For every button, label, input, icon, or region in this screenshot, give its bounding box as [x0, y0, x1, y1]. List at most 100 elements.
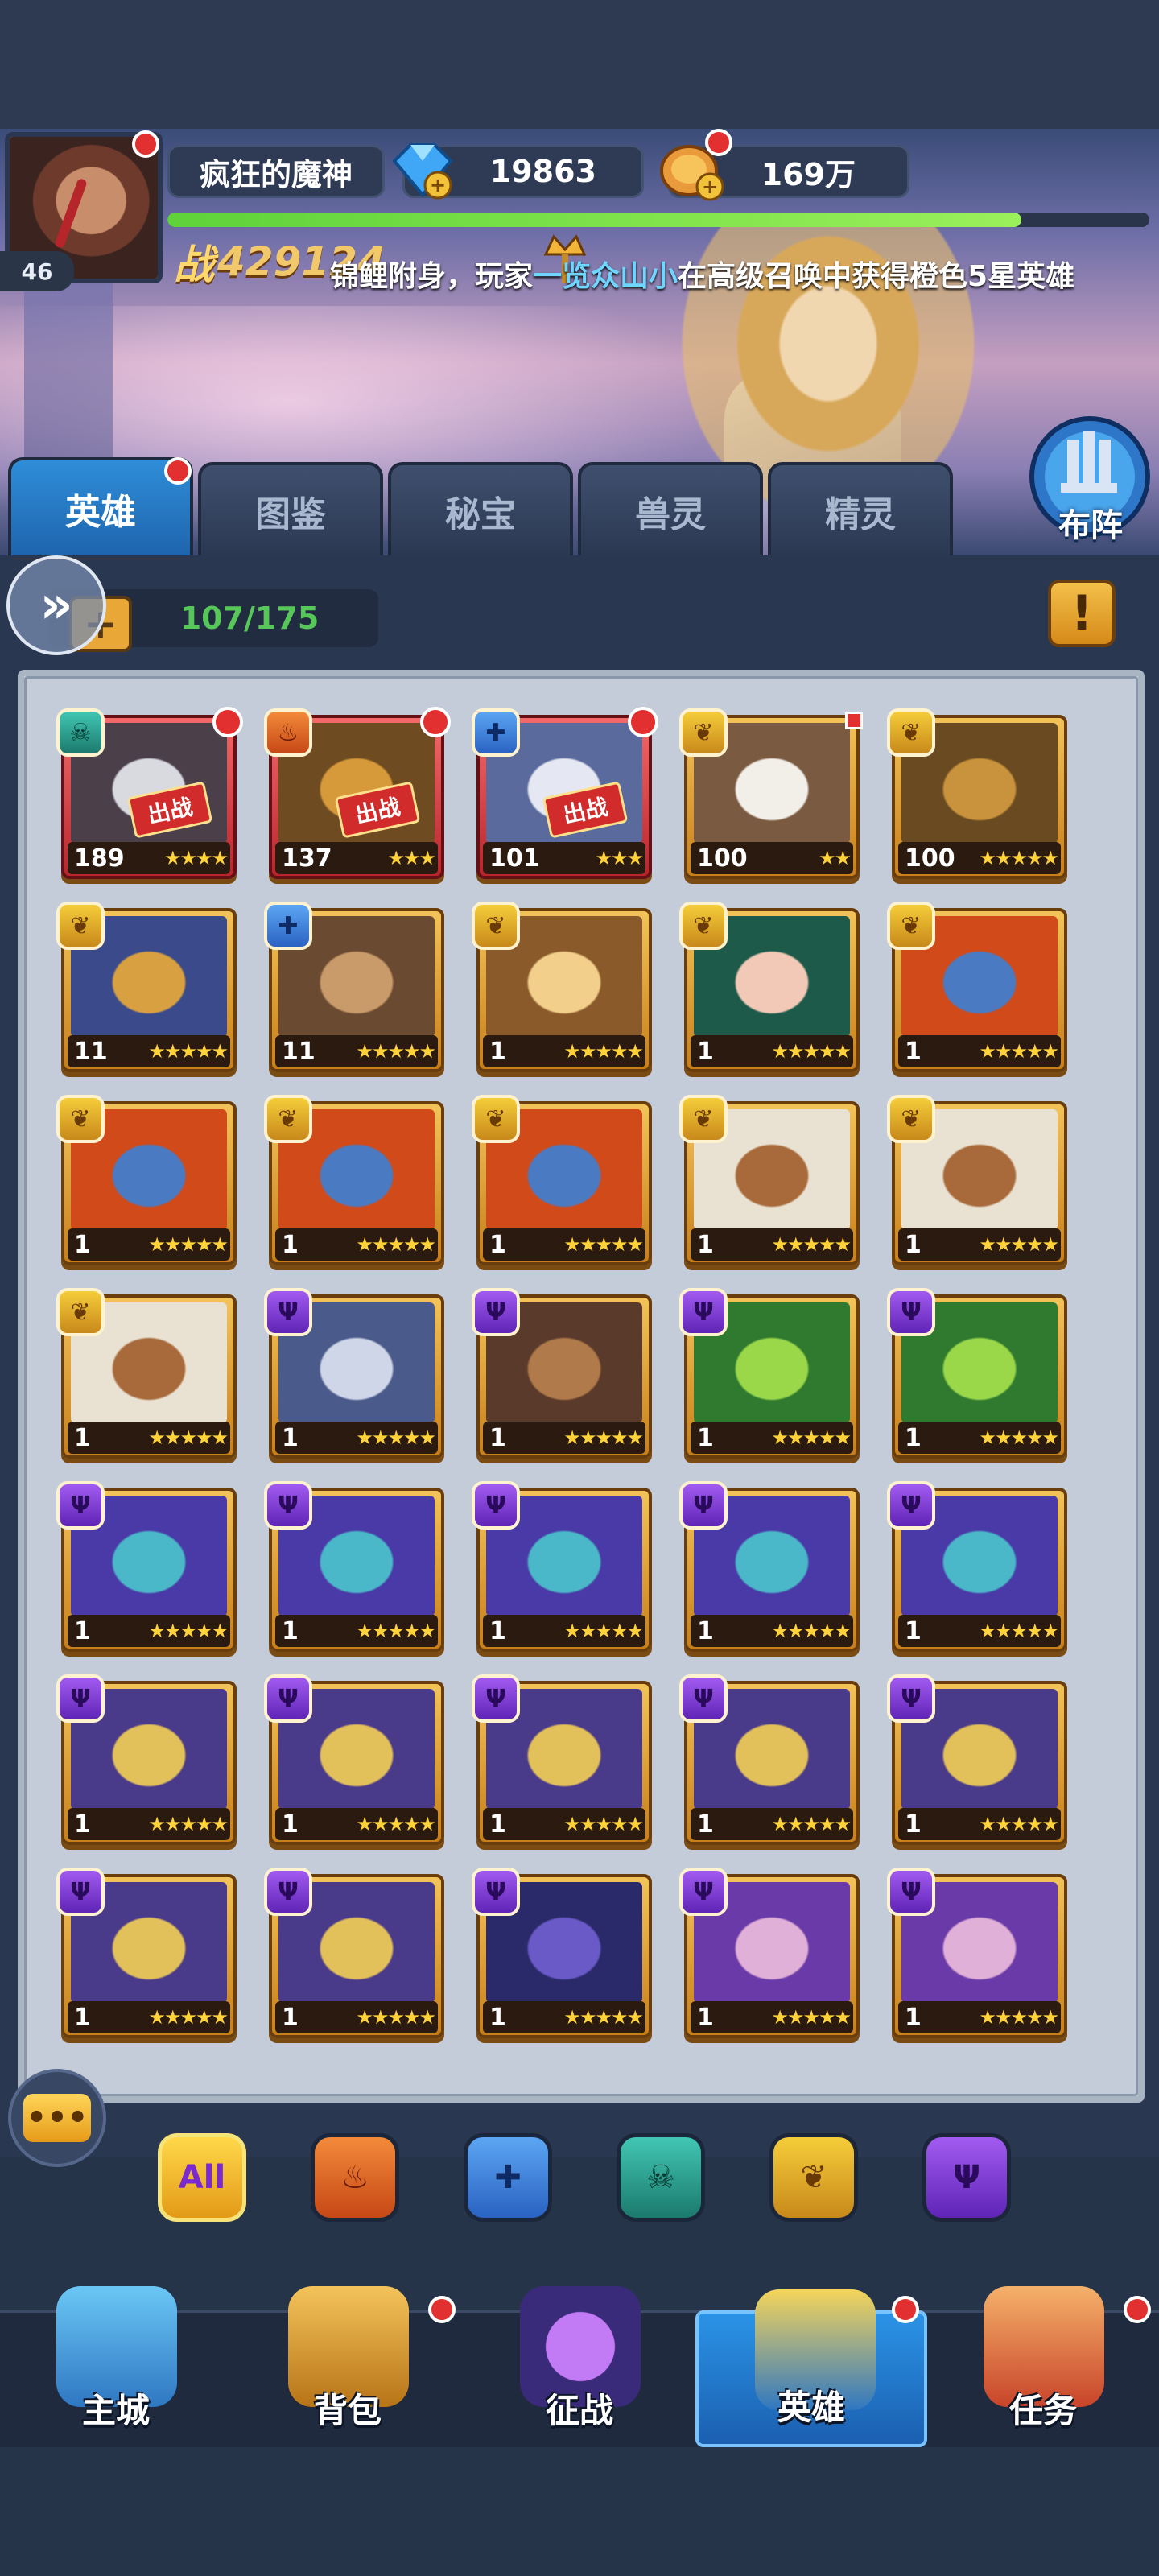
hero-badge: [628, 707, 658, 737]
hero-level: 1: [282, 1230, 299, 1259]
trident-icon[interactable]: Ψ: [922, 2133, 1011, 2222]
hero-level: 1: [697, 1230, 714, 1259]
trident-icon: Ψ: [472, 1674, 520, 1723]
hero-card[interactable]: 100 ★★ ❦: [679, 708, 863, 879]
trident-icon: Ψ: [472, 1481, 520, 1530]
trident-icon: Ψ: [56, 1674, 105, 1723]
gold-badge: [705, 129, 732, 156]
hero-badge: [420, 707, 451, 737]
hero-card[interactable]: 137 ★★★ ♨ 出战: [264, 707, 451, 879]
skull-icon[interactable]: ☠: [617, 2133, 705, 2222]
hero-level: 11: [282, 1037, 316, 1066]
hero-card[interactable]: 1 ★★★★★ Ψ: [679, 1288, 860, 1459]
hero-card[interactable]: 1 ★★★★★ Ψ: [56, 1481, 237, 1652]
hero-stars: ★★★★★: [979, 1813, 1059, 1835]
nav-3[interactable]: 征战: [464, 2286, 695, 2447]
cross-icon[interactable]: ✚: [464, 2133, 552, 2222]
cross-icon: ✚: [264, 902, 312, 950]
hero-card[interactable]: 11 ★★★★★ ✚: [264, 902, 444, 1072]
chat-bubble-icon: •••: [23, 2094, 91, 2142]
nav-2[interactable]: 背包: [232, 2286, 464, 2447]
tab-3[interactable]: 秘宝: [388, 462, 573, 557]
hero-card[interactable]: 101 ★★★ ✚ 出战: [472, 707, 658, 879]
hero-stars: ★★★★★: [979, 847, 1059, 869]
bottom-spacer: [0, 2447, 1159, 2576]
hero-level: 1: [697, 1037, 714, 1066]
hero-card[interactable]: 1 ★★★★★ Ψ: [56, 1674, 237, 1845]
hero-card[interactable]: 1 ★★★★★ Ψ: [56, 1868, 237, 2038]
hero-card[interactable]: 11 ★★★★★ ❦: [56, 902, 237, 1072]
hero-card[interactable]: 1 ★★★★★ ❦: [887, 902, 1067, 1072]
hero-card[interactable]: 1 ★★★★★ ❦: [887, 1095, 1067, 1265]
hero-card[interactable]: 1 ★★★★★ ❦: [264, 1095, 444, 1265]
hero-card[interactable]: 1 ★★★★★ Ψ: [679, 1674, 860, 1845]
hero-card[interactable]: 1 ★★★★★ Ψ: [887, 1868, 1067, 2038]
chat-button[interactable]: •••: [8, 2069, 106, 2167]
hero-stars: ★★★★★: [979, 1426, 1059, 1449]
svg-text:+: +: [702, 175, 718, 198]
hero-card[interactable]: 1 ★★★★★ Ψ: [472, 1674, 652, 1845]
info-button[interactable]: !: [1048, 580, 1116, 647]
hero-card[interactable]: 1 ★★★★★ Ψ: [887, 1674, 1067, 1845]
nav-1[interactable]: 主城: [0, 2286, 232, 2447]
leaf-icon: ❦: [56, 1095, 105, 1143]
hero-card[interactable]: 1 ★★★★★ ❦: [56, 1095, 237, 1265]
trident-icon: Ψ: [264, 1481, 312, 1530]
hero-card[interactable]: 1 ★★★★★ Ψ: [679, 1481, 860, 1652]
tab-5[interactable]: 精灵: [768, 462, 953, 557]
hero-card[interactable]: 1 ★★★★★ Ψ: [887, 1288, 1067, 1459]
hero-card[interactable]: 1 ★★★★★ ❦: [472, 1095, 652, 1265]
hero-card[interactable]: 1 ★★★★★ Ψ: [472, 1481, 652, 1652]
hero-card[interactable]: 100 ★★★★★ ❦: [887, 708, 1067, 879]
svg-text:+: +: [430, 174, 446, 196]
hero-stars: ★★★★★: [148, 1426, 229, 1449]
side-expand-button[interactable]: »: [6, 555, 106, 655]
nav-4[interactable]: 英雄: [695, 2289, 927, 2447]
hero-stars: ★★★★★: [771, 1813, 852, 1835]
diamond-icon[interactable]: +: [386, 137, 459, 204]
flame-icon[interactable]: ♨: [311, 2133, 399, 2222]
leaf-icon[interactable]: ❦: [769, 2133, 858, 2222]
hero-card[interactable]: 1 ★★★★★ Ψ: [264, 1288, 444, 1459]
hero-stars: ★★★★★: [148, 1620, 229, 1642]
skull-icon: ☠: [56, 708, 105, 757]
hero-card[interactable]: 1 ★★★★★ Ψ: [679, 1868, 860, 2038]
tab-2[interactable]: 图鉴: [198, 462, 383, 557]
hero-card[interactable]: 1 ★★★★★ ❦: [56, 1288, 237, 1459]
hero-card[interactable]: 189 ★★★★ ☠ 出战: [56, 707, 243, 879]
status-strip: [0, 0, 1159, 129]
hero-level: 1: [697, 1423, 714, 1452]
trident-icon: Ψ: [887, 1288, 935, 1336]
hero-stars: ★★★★★: [356, 1620, 436, 1642]
hero-level: 1: [697, 1810, 714, 1839]
hero-stars: ★★★★★: [563, 1233, 644, 1256]
hero-card[interactable]: 1 ★★★★★ Ψ: [264, 1674, 444, 1845]
hero-card[interactable]: 1 ★★★★★ ❦: [679, 902, 860, 1072]
trident-icon: Ψ: [472, 1868, 520, 1916]
gem-amount: 19863: [489, 154, 596, 189]
hero-level: 1: [282, 1810, 299, 1839]
marquee-player-name: 一览众山小: [533, 260, 678, 293]
hero-stars: ★★★★★: [356, 1233, 436, 1256]
nav-label: 征战: [545, 2391, 613, 2430]
exp-bar-fill: [167, 213, 1022, 227]
nav-5[interactable]: 任务: [927, 2286, 1159, 2447]
hero-card[interactable]: 1 ★★★★★ Ψ: [887, 1481, 1067, 1652]
all-icon[interactable]: All: [158, 2133, 246, 2222]
hero-card[interactable]: 1 ★★★★★ Ψ: [472, 1288, 652, 1459]
gold-amount: 169万: [761, 156, 856, 192]
trident-icon: Ψ: [679, 1288, 728, 1336]
hero-stars: ★★★★★: [356, 1426, 436, 1449]
tab-4[interactable]: 兽灵: [578, 462, 763, 557]
hero-card[interactable]: 1 ★★★★★ Ψ: [472, 1868, 652, 2038]
hero-card[interactable]: 1 ★★★★★ ❦: [472, 902, 652, 1072]
leaf-icon: ❦: [679, 1095, 728, 1143]
leaf-icon: ❦: [887, 902, 935, 950]
hero-card[interactable]: 1 ★★★★★ ❦: [679, 1095, 860, 1265]
hero-card[interactable]: 1 ★★★★★ Ψ: [264, 1481, 444, 1652]
hero-stars: ★★★★★: [563, 1040, 644, 1063]
player-name[interactable]: 疯狂的魔神: [167, 145, 385, 198]
hero-level: 1: [905, 1037, 922, 1066]
hero-level: 1: [905, 1230, 922, 1259]
hero-card[interactable]: 1 ★★★★★ Ψ: [264, 1868, 444, 2038]
